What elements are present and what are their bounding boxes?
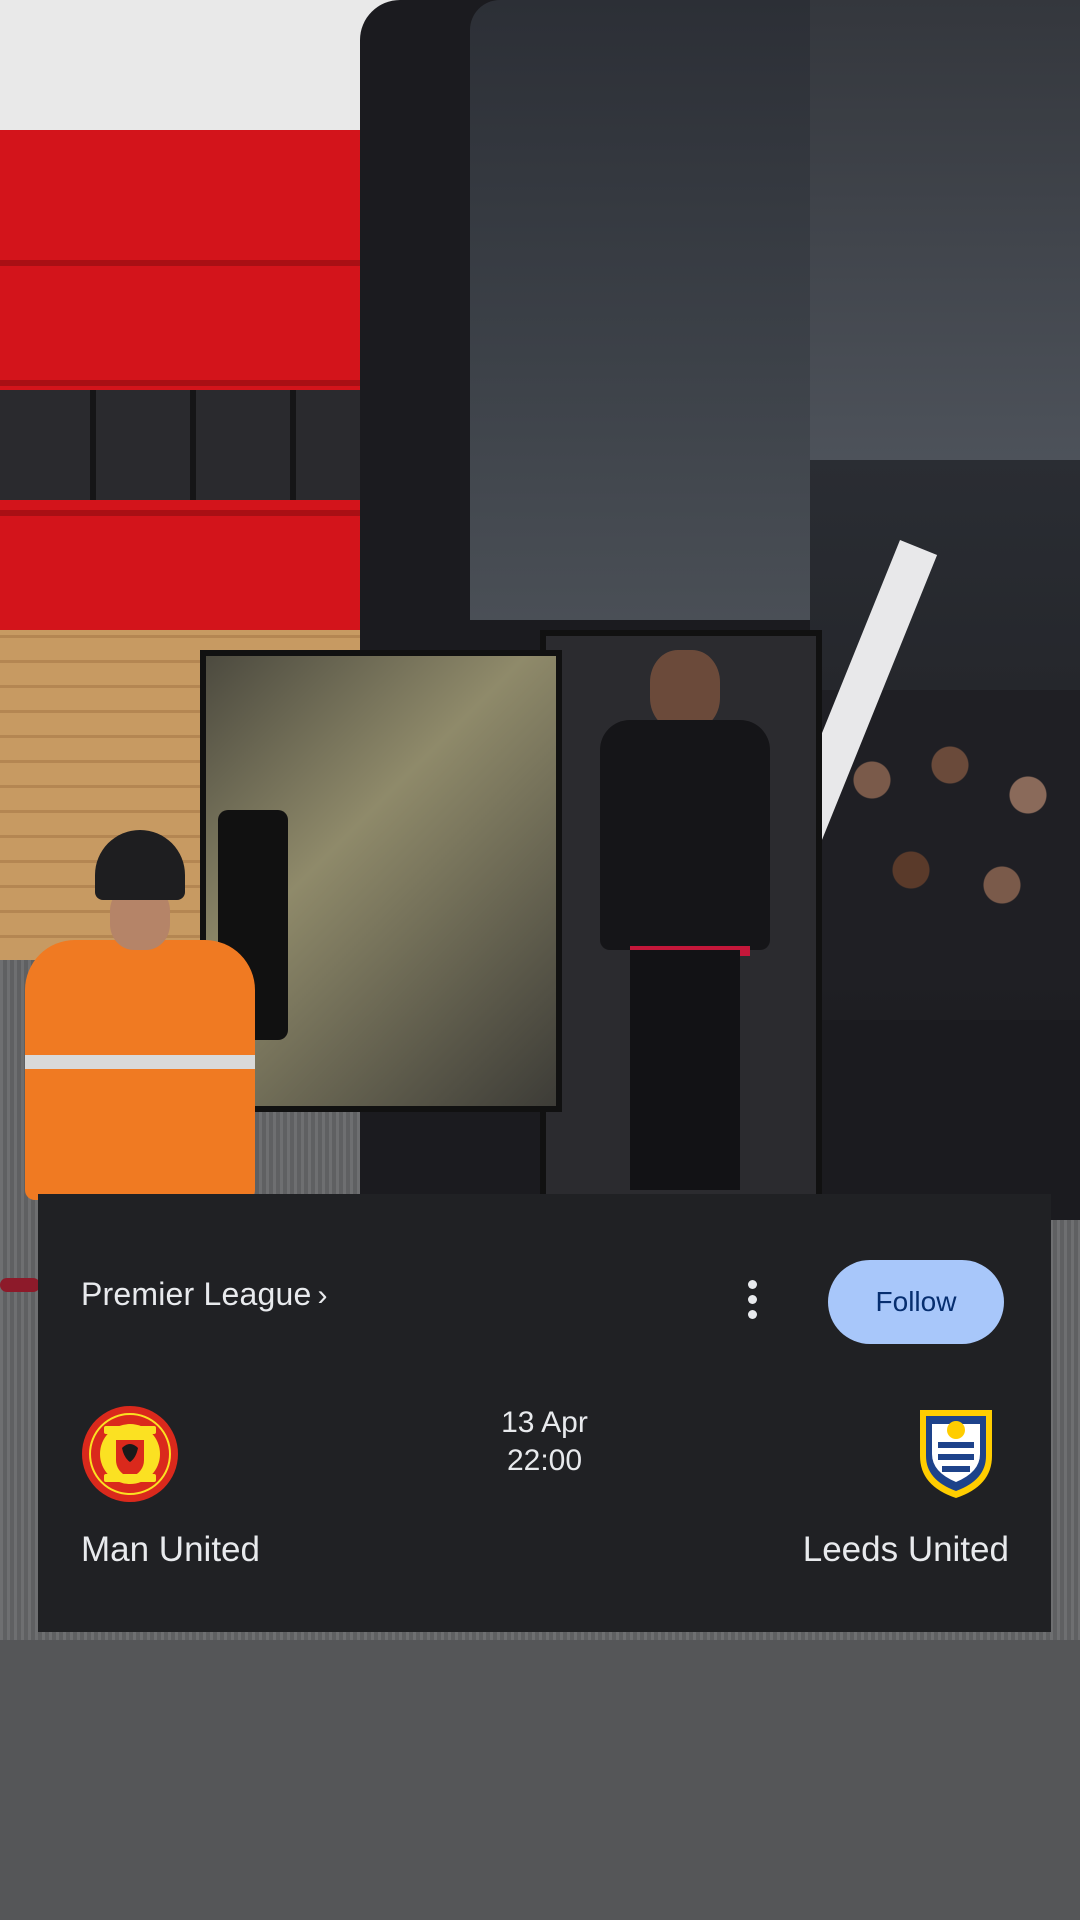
rope-barrier: [0, 1278, 40, 1292]
player-figure: [580, 650, 780, 1190]
follow-button[interactable]: Follow: [828, 1260, 1004, 1344]
bus-windscreen: [470, 0, 810, 620]
home-team-name: Man United: [81, 1530, 260, 1569]
away-team-name: Leeds United: [802, 1530, 1009, 1569]
red-building: [0, 130, 410, 630]
match-card[interactable]: Premier League › Follow 13 Apr 22:00 Man…: [38, 1194, 1051, 1632]
pavement-lower: [0, 1640, 1080, 1920]
building-windows: [0, 390, 370, 500]
background-photo: [0, 0, 1080, 1920]
chevron-right-icon: ›: [317, 1279, 328, 1312]
leeds-united-crest-icon: [920, 1410, 992, 1498]
bus-side-window: [810, 0, 1080, 460]
more-vert-icon[interactable]: [738, 1278, 768, 1322]
league-name: Premier League: [81, 1276, 312, 1312]
match-date: 13 Apr: [501, 1406, 588, 1439]
match-time: 22:00: [506, 1444, 583, 1477]
screen: Premier League › Follow 13 Apr 22:00 Man…: [0, 0, 1080, 1920]
steward-figure: [25, 830, 255, 1200]
league-link[interactable]: Premier League ›: [81, 1276, 328, 1313]
